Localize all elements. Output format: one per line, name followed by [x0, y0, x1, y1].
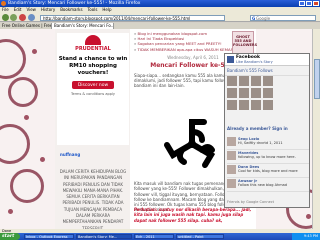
avatar	[227, 151, 236, 160]
swirl-ornament	[0, 39, 26, 79]
taskbar-item-firefox[interactable]: Bandiam's Story: Me...	[76, 234, 132, 239]
dot-ornament	[8, 209, 13, 214]
member-avatar[interactable]	[251, 76, 261, 86]
member-avatar[interactable]	[239, 88, 249, 98]
vertical-scrollbar[interactable]	[312, 29, 320, 229]
back-button[interactable]	[2, 14, 9, 21]
system-tray-clock: 9:43 PM	[292, 233, 320, 240]
facebook-footer: Friends by Google Connect	[227, 200, 275, 204]
triple-five-logo-icon	[164, 119, 216, 168]
taskbar-item-paint[interactable]: untitled - Paint	[176, 234, 224, 239]
item-text: following, up to know more here.	[238, 155, 296, 160]
dot-ornament	[24, 115, 29, 120]
search-input[interactable]: Google	[250, 14, 316, 21]
list-item[interactable]: Seop Lozio Hi, Swiftly dnvrtd 1, 2011	[227, 136, 309, 150]
firefox-icon	[1, 1, 6, 6]
list-item[interactable]: Maverides following, up to know more her…	[227, 150, 309, 164]
window-title: Bandiam's Story: Mencari Follower ke-555…	[8, 1, 141, 6]
swirl-ornament	[0, 124, 30, 164]
member-avatar[interactable]	[239, 76, 249, 86]
close-button[interactable]	[313, 1, 319, 6]
prudential-ad[interactable]: PRUDENTIAL Stand a chance to win RM10 sh…	[57, 33, 129, 145]
dot-ornament	[32, 49, 37, 54]
ad-brand: PRUDENTIAL	[75, 46, 111, 52]
taskbar-item-ech[interactable]: Ech - 2011	[134, 234, 174, 239]
minimize-button[interactable]	[299, 1, 305, 6]
member-avatar[interactable]	[263, 100, 273, 110]
ad-footnote: Terms & conditions apply	[70, 92, 115, 96]
member-avatar[interactable]	[251, 100, 261, 110]
facebook-subtitle[interactable]: Like Bandiam's Story	[236, 60, 273, 64]
facebook-thumbnails	[227, 76, 273, 110]
follower-badge[interactable]: GHOST 555 AND FOLLOWERS	[232, 31, 257, 55]
facebook-header: Facebook Like Bandiam's Story	[225, 54, 309, 66]
windows-taskbar: start Inbox - Outlook Express Bandiam's …	[0, 233, 320, 240]
taskbar-item-outlook[interactable]: Inbox - Outlook Express	[24, 234, 74, 239]
avatar	[227, 165, 236, 174]
member-avatar[interactable]	[227, 100, 237, 110]
dot-ornament	[40, 157, 45, 162]
prudential-logo-icon	[85, 35, 101, 45]
forward-button[interactable]	[10, 14, 17, 21]
dot-ornament	[306, 214, 311, 219]
ad-discover-button[interactable]: Discover now	[71, 81, 115, 89]
disclaimer-text: Dalam cerita kehidupan blog ini merupaka…	[59, 169, 127, 229]
start-button[interactable]: start	[0, 233, 20, 240]
list-item[interactable]: Anwaar Jr Follow this new blog Ahmad	[227, 178, 309, 192]
nuffnang-badge[interactable]: nuffnang	[60, 152, 80, 157]
facebook-signin-link[interactable]: Already a member? Sign in	[227, 126, 288, 131]
avatar	[227, 179, 236, 188]
stop-button[interactable]	[19, 14, 26, 21]
window-titlebar: Bandiam's Story: Mencari Follower ke-555…	[0, 0, 320, 7]
swirl-ornament	[10, 169, 44, 203]
facebook-activity-list: Seop Lozio Hi, Swiftly dnvrtd 1, 2011 Ma…	[227, 136, 309, 192]
member-avatar[interactable]	[251, 88, 261, 98]
ad-text: Stand a chance to win RM10 shopping vouc…	[58, 56, 128, 76]
window-controls	[299, 1, 319, 6]
item-text: Hi, Swiftly dnvrtd 1, 2011	[238, 141, 283, 146]
member-avatar[interactable]	[263, 88, 273, 98]
left-decoration	[0, 29, 55, 229]
facebook-widget: Facebook Like Bandiam's Story Bandiam's …	[224, 53, 310, 208]
member-avatar[interactable]	[239, 100, 249, 110]
item-text: Follow this new blog Ahmad	[238, 183, 287, 188]
facebook-count-row: Bandiam's 555 Follows	[225, 66, 309, 76]
navigation-toolbar: http://bandiam-story.blogspot.com/2011/0…	[0, 13, 320, 22]
home-button[interactable]	[28, 14, 35, 21]
avatar	[227, 137, 236, 146]
facebook-icon	[227, 56, 234, 63]
web-page: PRUDENTIAL Stand a chance to win RM10 sh…	[0, 29, 320, 229]
post-note: Perhatian: suntuy nor dikasih berapa-ber…	[134, 207, 252, 223]
list-item[interactable]: Dann Dees Cool for kids, blog more and m…	[227, 164, 309, 178]
facebook-count: Bandiam's 555 Follows	[227, 68, 273, 73]
scrollbar-thumb[interactable]	[314, 59, 320, 99]
member-avatar[interactable]	[263, 76, 273, 86]
swirl-ornament	[8, 77, 38, 107]
member-avatar[interactable]	[227, 76, 237, 86]
maximize-button[interactable]	[306, 1, 312, 6]
member-avatar[interactable]	[227, 88, 237, 98]
item-text: Cool for kids, blog more and more	[238, 169, 298, 174]
address-bar[interactable]: http://bandiam-story.blogspot.com/2011/0…	[40, 14, 225, 21]
